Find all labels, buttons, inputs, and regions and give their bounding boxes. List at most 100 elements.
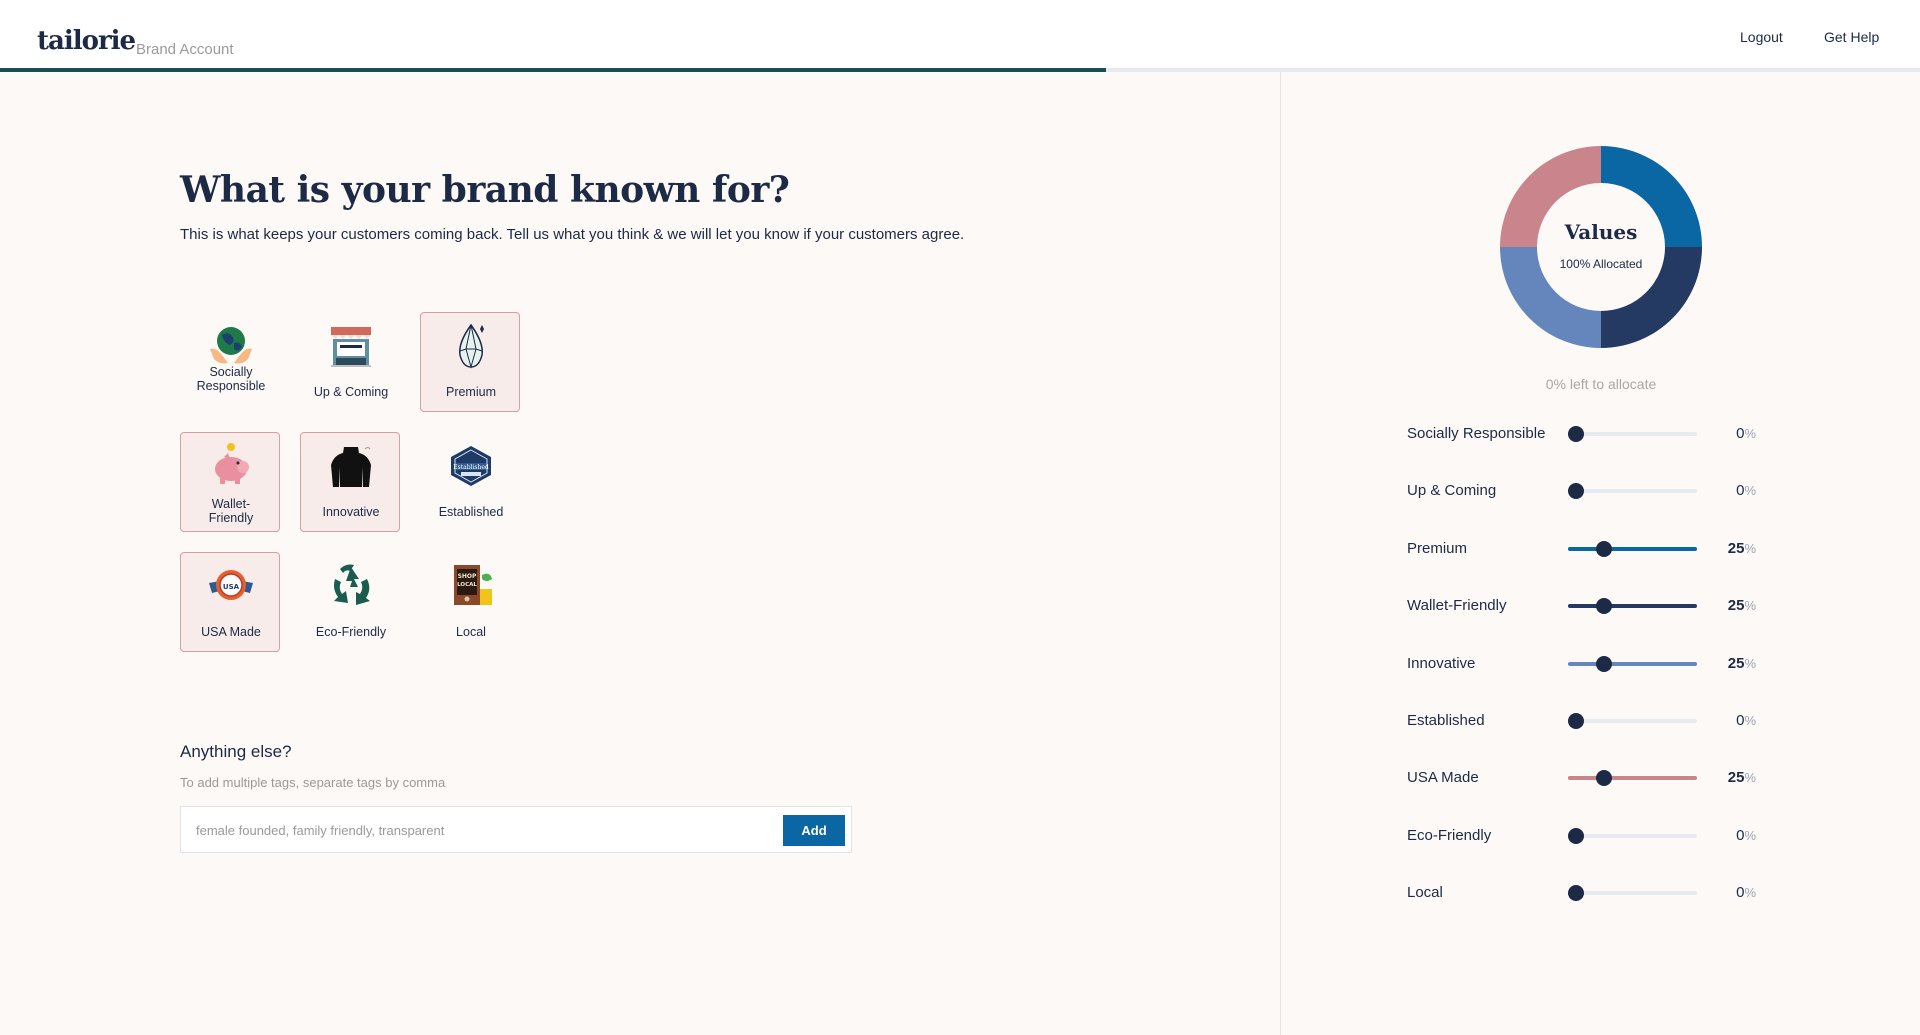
value-slider-row: Established 0% (1407, 709, 1767, 733)
slider-thumb[interactable] (1568, 713, 1584, 729)
slider-percent: 0% (1718, 482, 1756, 499)
slider-percent-value: 25 (1727, 654, 1745, 672)
tile-premium[interactable]: Premium (420, 312, 520, 412)
tile-label: Innovative (322, 505, 380, 519)
add-tag-button[interactable]: Add (783, 815, 845, 846)
slider-thumb[interactable] (1596, 540, 1613, 557)
diamond-icon (458, 323, 484, 369)
globe-hands-icon (210, 327, 252, 364)
slider-label: Socially Responsible (1407, 425, 1546, 442)
slider-percent-value: 25 (1727, 597, 1745, 615)
slider-percent: 0% (1718, 425, 1756, 442)
tag-entry-box: Add (180, 806, 852, 853)
slider-label: Innovative (1407, 654, 1476, 672)
tile-innovative[interactable]: Innovative (300, 432, 400, 532)
tailorie-logo[interactable]: tailorie (37, 26, 136, 56)
slider-thumb[interactable] (1568, 827, 1584, 844)
value-slider-row: Premium 25% (1407, 537, 1767, 561)
slider-percent: 25% (1718, 597, 1756, 614)
slider-percent-value: 25 (1727, 539, 1745, 557)
slider-thumb[interactable] (1596, 598, 1613, 615)
svg-text:Established: Established (453, 464, 489, 471)
percent-symbol: % (1744, 885, 1756, 901)
slider-percent: 25% (1718, 769, 1756, 786)
storefront-icon (331, 327, 371, 367)
slider-percent: 0% (1718, 827, 1756, 844)
percent-symbol: % (1744, 598, 1756, 614)
slider-fill (1568, 776, 1697, 781)
panel-divider (1280, 72, 1281, 1035)
svg-text:SHOP: SHOP (458, 573, 477, 580)
tile-label: Up & Coming (313, 385, 389, 399)
slider-label: Eco-Friendly (1407, 826, 1492, 844)
percent-symbol: % (1744, 655, 1756, 671)
slider-track[interactable] (1568, 540, 1697, 557)
slider-percent: 25% (1718, 655, 1756, 672)
slider-thumb[interactable] (1596, 770, 1613, 787)
recycle-icon (334, 564, 370, 605)
established-badge-icon: Established (451, 446, 491, 486)
get-help-link[interactable]: Get Help (1824, 29, 1879, 45)
slider-track[interactable] (1568, 827, 1697, 844)
usa-made-badge-icon: USA (209, 570, 253, 600)
tile-usa-made[interactable]: USA USA Made (180, 552, 280, 652)
anything-else-heading: Anything else? (180, 742, 292, 761)
allocated-label: 100% Allocated (1559, 257, 1643, 271)
slider-track[interactable] (1568, 426, 1697, 442)
slider-track[interactable] (1568, 598, 1697, 615)
tile-up-and-coming[interactable]: Up & Coming (300, 312, 400, 412)
slider-thumb[interactable] (1568, 483, 1584, 500)
donut-title: Values (1564, 220, 1638, 244)
svg-text:USA: USA (223, 583, 240, 591)
tile-local[interactable]: SHOP LOCAL Local (420, 552, 520, 652)
tile-label: Socially Responsible (196, 365, 266, 393)
tile-label: USA Made (201, 625, 261, 639)
percent-symbol: % (1744, 540, 1756, 556)
slider-fill (1568, 546, 1697, 551)
slider-label: Premium (1407, 539, 1468, 557)
tile-socially-responsible[interactable]: Socially Responsible (180, 312, 280, 412)
slider-label: Established (1407, 712, 1485, 729)
slider-track[interactable] (1568, 770, 1697, 787)
slider-label: Wallet-Friendly (1407, 597, 1507, 615)
tile-wallet-friendly[interactable]: Wallet-Friendly (180, 432, 280, 532)
slider-percent-value: 25 (1727, 769, 1745, 787)
value-slider-row: Wallet-Friendly 25% (1407, 594, 1767, 618)
tile-established[interactable]: Established Established (420, 432, 520, 532)
slider-percent: 0% (1718, 712, 1756, 729)
value-slider-row: USA Made 25% (1407, 766, 1767, 790)
value-slider-row: Eco-Friendly 0% (1407, 824, 1767, 848)
slider-track[interactable] (1568, 483, 1697, 500)
tile-eco-friendly[interactable]: Eco-Friendly (300, 552, 400, 652)
tile-label: Wallet-Friendly (208, 497, 254, 525)
tile-label: Local (456, 625, 486, 639)
tile-label: Premium (445, 385, 496, 399)
slider-thumb[interactable] (1596, 655, 1613, 672)
slider-track[interactable] (1568, 713, 1697, 729)
left-to-allocate-label: 0% left to allocate (1545, 376, 1657, 392)
slider-percent: 0% (1718, 884, 1756, 901)
slider-track[interactable] (1568, 885, 1697, 902)
page-subtitle: This is what keeps your customers coming… (180, 226, 965, 243)
slider-fill (1568, 604, 1697, 609)
slider-thumb[interactable] (1568, 426, 1584, 442)
values-donut-chart: Values 100% Allocated (1500, 146, 1702, 348)
slider-label: Local (1407, 884, 1443, 902)
tile-label: Established (438, 505, 504, 519)
value-slider-row: Socially Responsible 0% (1407, 422, 1767, 446)
tile-label: Eco-Friendly (315, 625, 387, 639)
piggy-bank-icon (215, 443, 249, 484)
percent-symbol: % (1744, 770, 1756, 786)
slider-thumb[interactable] (1568, 885, 1584, 902)
logout-link[interactable]: Logout (1740, 29, 1783, 45)
percent-symbol: % (1744, 827, 1756, 843)
tag-hint: To add multiple tags, separate tags by c… (180, 775, 446, 790)
slider-track[interactable] (1568, 655, 1697, 672)
page-title: What is your brand known for? (180, 169, 790, 211)
slider-fill (1568, 661, 1697, 666)
shop-local-sign-icon: SHOP LOCAL (454, 565, 492, 605)
percent-symbol: % (1744, 426, 1756, 441)
percent-symbol: % (1744, 483, 1756, 499)
tag-input[interactable] (196, 819, 756, 841)
svg-text:LOCAL: LOCAL (457, 582, 477, 588)
